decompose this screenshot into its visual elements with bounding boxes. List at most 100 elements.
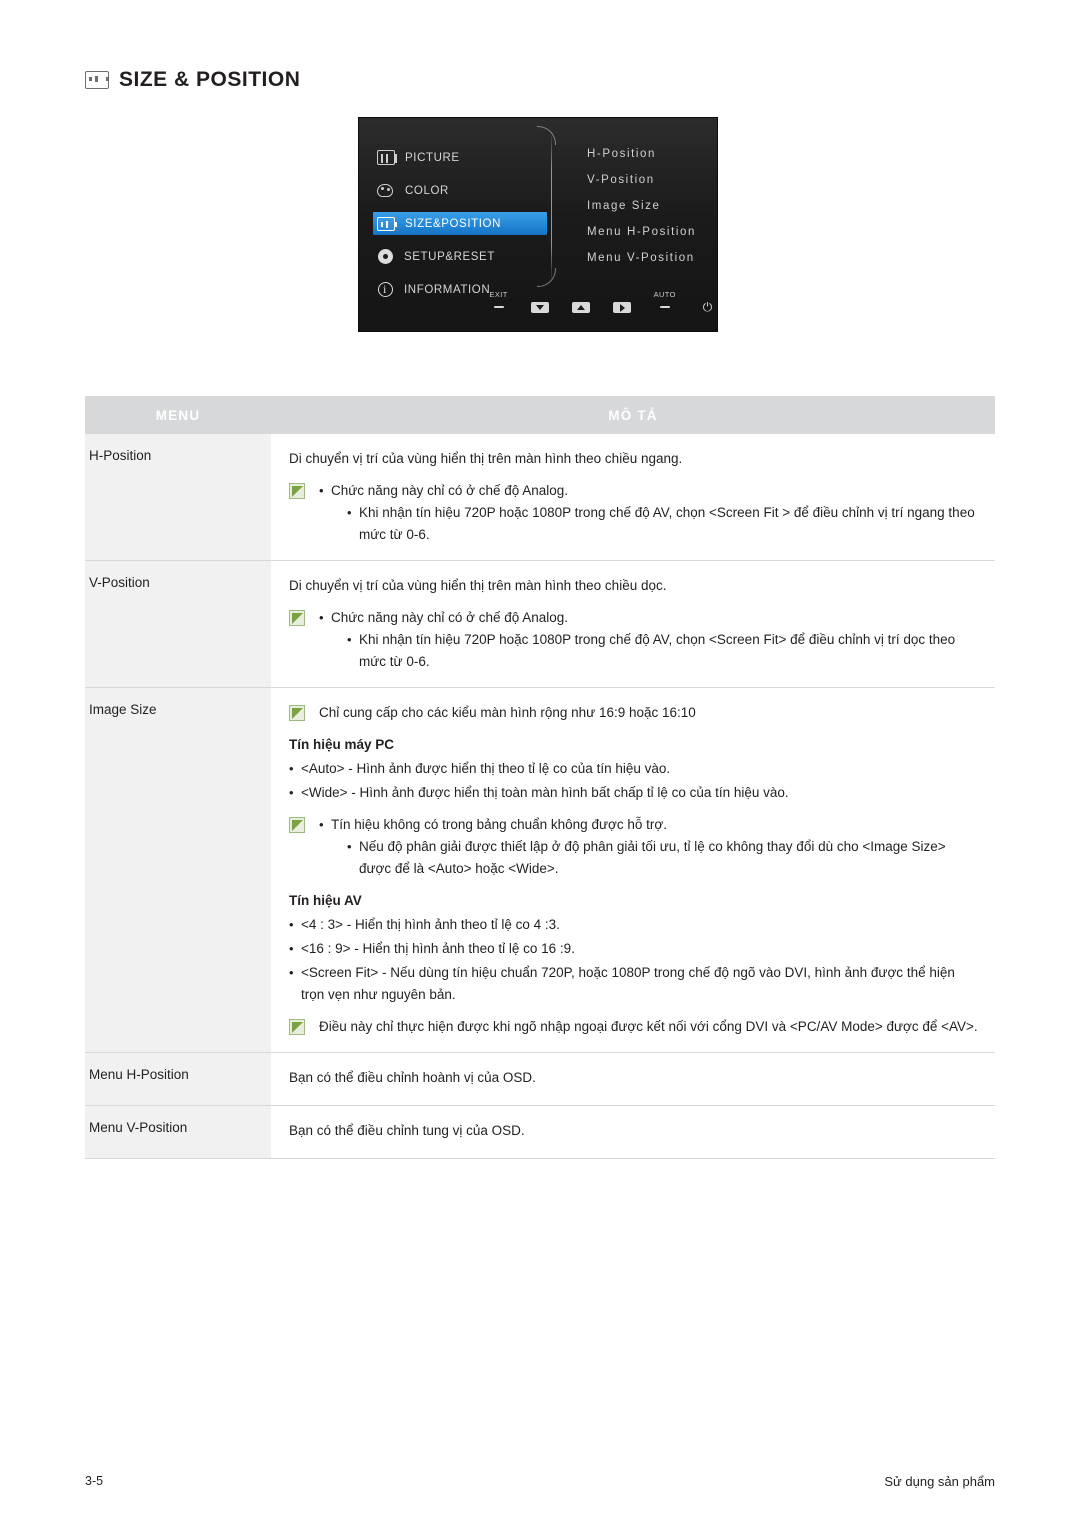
osd-menu-list: PICTURE COLOR SIZE&POSITION SETUP&RESET …	[373, 146, 548, 311]
osd-menu-item-size-position[interactable]: SIZE&POSITION	[373, 212, 547, 235]
osd-menu-label: COLOR	[405, 184, 449, 197]
sub-heading: Tín hiệu máy PC	[289, 737, 395, 752]
note-text: Điều này chỉ thực hiện được khi ngõ nhập…	[319, 1019, 978, 1034]
note-text: Chức năng này chỉ có ở chế độ Analog.	[331, 610, 569, 625]
bullet-item: • <Auto> - Hình ảnh được hiển thị theo t…	[289, 758, 981, 780]
description-text: Bạn có thể điều chỉnh tung vị của OSD.	[289, 1123, 525, 1138]
bullet-icon: •	[319, 483, 324, 498]
note-text: Chỉ cung cấp cho các kiểu màn hình rộng …	[319, 705, 696, 720]
bullet-text: <Screen Fit> - Nếu dùng tín hiệu chuẩn 7…	[301, 965, 955, 1002]
power-icon: ⏻	[702, 300, 713, 314]
note-text: Tín hiệu không có trong bảng chuẩn không…	[331, 817, 667, 832]
note-body: • Chức năng này chỉ có ở chế độ Analog. …	[319, 607, 981, 673]
osd-divider-top	[537, 126, 556, 145]
osd-submenu-item-menu-v-position[interactable]: Menu V-Position	[587, 252, 696, 264]
note-item: • Chức năng này chỉ có ở chế độ Analog.	[319, 607, 981, 629]
bullet-item: • <16 : 9> - Hiển thị hình ảnh theo tỉ l…	[289, 938, 981, 960]
note-text: Khi nhận tín hiệu 720P hoặc 1080P trong …	[359, 632, 956, 669]
note-item: • Khi nhận tín hiệu 720P hoặc 1080P tron…	[347, 629, 981, 673]
dash-icon	[659, 306, 670, 308]
note-block: • Chức năng này chỉ có ở chế độ Analog. …	[289, 480, 981, 546]
note-block: • Tín hiệu không có trong bảng chuẩn khô…	[289, 814, 981, 880]
osd-button-enter[interactable]	[612, 290, 631, 313]
bullet-icon: •	[347, 505, 352, 520]
note-icon	[289, 483, 305, 499]
note-block: • Chức năng này chỉ có ở chế độ Analog. …	[289, 607, 981, 673]
note-icon	[289, 705, 305, 721]
bullet-icon: •	[289, 785, 294, 800]
osd-menu-item-picture[interactable]: PICTURE	[373, 146, 548, 169]
bullet-icon: •	[289, 941, 294, 956]
osd-menu-item-color[interactable]: COLOR	[373, 179, 548, 202]
arrow-down-icon	[530, 302, 549, 313]
osd-submenu-item-v-position[interactable]: V-Position	[587, 174, 696, 186]
color-icon	[377, 183, 395, 198]
bullet-item: • <Screen Fit> - Nếu dùng tín hiệu chuẩn…	[289, 962, 981, 1006]
size-position-icon	[377, 216, 397, 231]
bullet-icon: •	[319, 817, 324, 832]
note-body: Điều này chỉ thực hiện được khi ngõ nhập…	[319, 1016, 981, 1038]
menu-description: Chỉ cung cấp cho các kiểu màn hình rộng …	[271, 687, 995, 1053]
osd-menu-item-setup-reset[interactable]: SETUP&RESET	[373, 245, 548, 268]
note-text: Chức năng này chỉ có ở chế độ Analog.	[331, 483, 569, 498]
note-block: Điều này chỉ thực hiện được khi ngõ nhập…	[289, 1016, 981, 1038]
note-text: Khi nhận tín hiệu 720P hoặc 1080P trong …	[359, 505, 975, 542]
bullet-text: <Wide> - Hình ảnh được hiển thị toàn màn…	[301, 785, 789, 800]
osd-button-label: EXIT	[489, 290, 508, 299]
table-row: Menu H-Position Bạn có thể điều chỉnh ho…	[85, 1052, 995, 1106]
page-number: 3-5	[85, 1474, 104, 1488]
page-title: SIZE & POSITION	[119, 68, 301, 91]
arrow-up-icon	[571, 302, 590, 313]
osd-button-down[interactable]	[530, 290, 549, 313]
osd-button-power[interactable]: ⏻	[698, 290, 717, 313]
table-row: Menu V-Position Bạn có thể điều chỉnh tu…	[85, 1105, 995, 1159]
gear-icon	[377, 248, 394, 265]
note-icon	[289, 610, 305, 626]
note-text: Nếu độ phân giải được thiết lập ở độ phâ…	[359, 839, 946, 876]
note-item: • Khi nhận tín hiệu 720P hoặc 1080P tron…	[347, 502, 981, 546]
bullet-item: • <Wide> - Hình ảnh được hiển thị toàn m…	[289, 782, 981, 804]
note-block: Chỉ cung cấp cho các kiểu màn hình rộng …	[289, 702, 981, 724]
menu-description: Di chuyển vị trí của vùng hiển thị trên …	[271, 434, 995, 561]
menu-name: H-Position	[85, 434, 271, 561]
description-text: Di chuyển vị trí của vùng hiển thị trên …	[289, 578, 667, 593]
menu-description: Di chuyển vị trí của vùng hiển thị trên …	[271, 560, 995, 688]
note-item: • Nếu độ phân giải được thiết lập ở độ p…	[347, 836, 981, 880]
bullet-icon: •	[289, 761, 294, 776]
osd-menu-label: PICTURE	[405, 151, 460, 164]
osd-button-up[interactable]	[571, 290, 590, 313]
osd-submenu-list: H-Position V-Position Image Size Menu H-…	[587, 148, 696, 278]
arrow-right-icon	[612, 302, 631, 313]
menu-name: Image Size	[85, 687, 271, 1053]
osd-submenu-item-menu-h-position[interactable]: Menu H-Position	[587, 226, 696, 238]
note-body: • Chức năng này chỉ có ở chế độ Analog. …	[319, 480, 981, 546]
osd-button-label: AUTO	[653, 290, 676, 299]
bullet-text: <Auto> - Hình ảnh được hiển thị theo tỉ …	[301, 761, 671, 776]
osd-preview: PICTURE COLOR SIZE&POSITION SETUP&RESET …	[358, 117, 718, 332]
menu-description: Bạn có thể điều chỉnh tung vị của OSD.	[271, 1105, 995, 1159]
osd-submenu-item-image-size[interactable]: Image Size	[587, 200, 696, 212]
page-heading: SIZE & POSITION	[85, 68, 300, 92]
bullet-item: • <4 : 3> - Hiển thị hình ảnh theo tỉ lệ…	[289, 914, 981, 936]
bullet-text: <16 : 9> - Hiển thị hình ảnh theo tỉ lệ …	[301, 941, 575, 956]
table-row: V-Position Di chuyển vị trí của vùng hiể…	[85, 560, 995, 688]
osd-button-bar: EXIT AUTO ⏻	[359, 290, 717, 324]
osd-menu-label: SETUP&RESET	[404, 250, 495, 263]
sub-heading: Tín hiệu AV	[289, 893, 362, 908]
note-body: • Tín hiệu không có trong bảng chuẩn khô…	[319, 814, 981, 880]
picture-icon	[377, 150, 397, 165]
description-text: Bạn có thể điều chỉnh hoành vị của OSD.	[289, 1070, 536, 1085]
bullet-icon: •	[319, 610, 324, 625]
description-text: Di chuyển vị trí của vùng hiển thị trên …	[289, 451, 683, 466]
bullet-icon: •	[289, 965, 294, 980]
table-header-menu: MENU	[85, 396, 271, 434]
osd-divider	[551, 132, 552, 282]
osd-button-auto[interactable]: AUTO	[654, 290, 676, 308]
menu-description-table: MENU MÔ TẢ H-Position Di chuyển vị trí c…	[85, 396, 995, 1159]
bullet-text: <4 : 3> - Hiển thị hình ảnh theo tỉ lệ c…	[301, 917, 560, 932]
osd-submenu-item-h-position[interactable]: H-Position	[587, 148, 696, 160]
bullet-icon: •	[347, 839, 352, 854]
table-header-desc: MÔ TẢ	[271, 396, 995, 434]
osd-button-exit[interactable]: EXIT	[489, 290, 508, 308]
table-row: Image Size Chỉ cung cấp cho các kiểu màn…	[85, 687, 995, 1053]
